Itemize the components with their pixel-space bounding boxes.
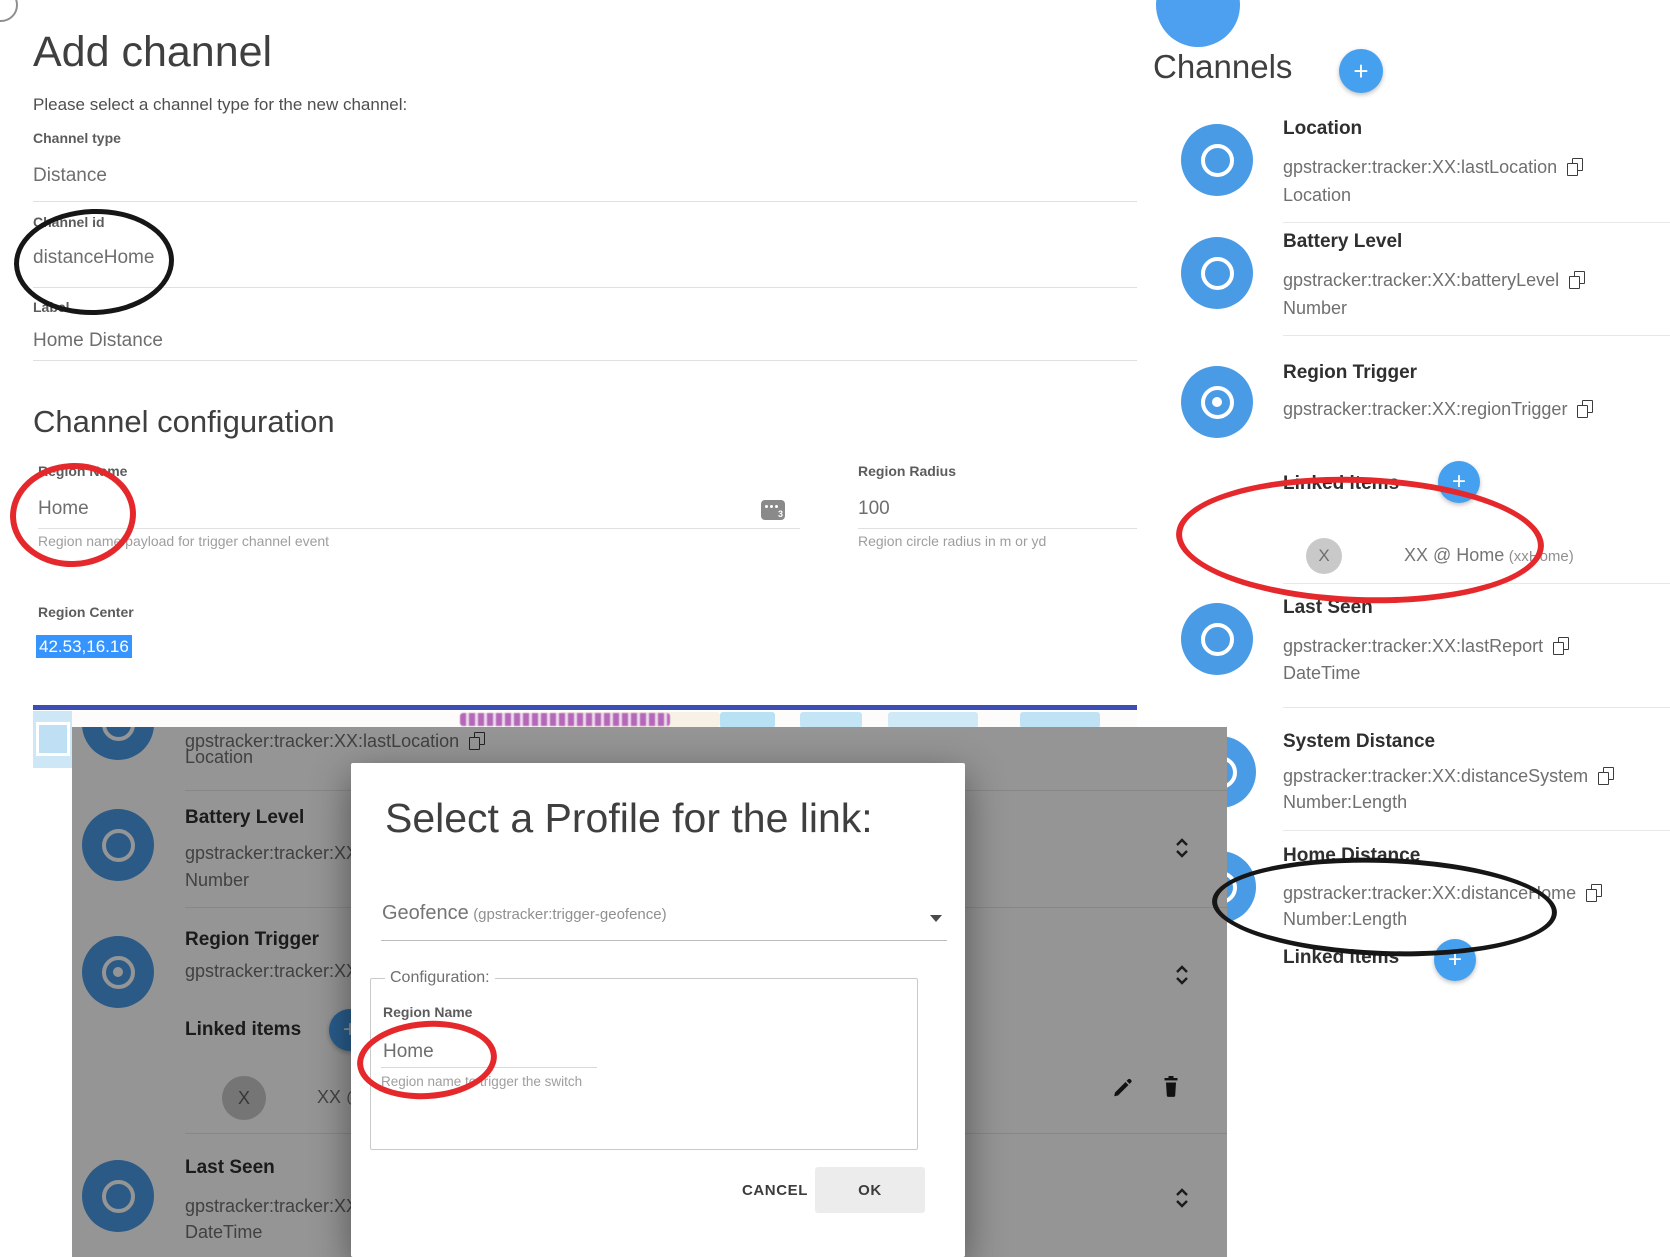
channel-type-underline (33, 201, 1137, 202)
region-center-label: Region Center (38, 604, 134, 620)
corner-arc (0, 0, 18, 22)
screenshot-stage: Add channel Please select a channel type… (0, 0, 1670, 1257)
channel-type: Location (1283, 184, 1351, 206)
bg-channel-avatar (82, 936, 154, 1008)
unfold-icon[interactable] (1173, 962, 1191, 988)
page-title: Add channel (33, 28, 272, 77)
autofill-badge: 3 (778, 509, 783, 519)
channel-title: Battery Level (1283, 229, 1402, 255)
channel-uid: gpstracker:tracker:XX:regionTrigger (1283, 398, 1567, 420)
add-channel-fab[interactable]: + (1339, 49, 1383, 93)
channel-title: Location (1283, 116, 1362, 142)
channel-id-underline (33, 287, 1137, 288)
channel-id-row: gpstracker:tracker:XX:lastReport (1283, 635, 1569, 657)
channel-title: Region Trigger (1283, 360, 1417, 386)
bg-linked-item-avatar: X (222, 1076, 266, 1120)
red-ellipse-linked-item (1174, 471, 1546, 610)
channel-configuration-title: Channel configuration (33, 404, 335, 440)
ok-button[interactable]: OK (815, 1167, 925, 1213)
region-radius-label: Region Radius (858, 463, 956, 479)
delete-icon[interactable] (1161, 1075, 1181, 1099)
chevron-down-icon (930, 915, 942, 922)
region-name-underline (38, 528, 800, 529)
profile-dialog: Select a Profile for the link: Geofence … (351, 763, 965, 1257)
fieldset-legend: Configuration: (385, 969, 495, 987)
state-channel-icon (1201, 144, 1234, 177)
channel-uid: gpstracker:tracker:XX:batteryLevel (1283, 269, 1559, 291)
bg-channel-avatar (82, 1160, 154, 1232)
channel-avatar-battery (1181, 237, 1253, 309)
channel-uid: gpstracker:tracker:XX:distanceSystem (1283, 765, 1588, 787)
channel-id-row: gpstracker:tracker:XX:lastLocation (1283, 156, 1583, 178)
channel-id-row: gpstracker:tracker:XX:batteryLevel (1283, 269, 1585, 291)
channel-avatar-region-trigger (1181, 366, 1253, 438)
copy-icon[interactable] (469, 732, 485, 750)
map-label-blur (460, 713, 670, 726)
region-radius-hint: Region circle radius in m or yd (858, 533, 1046, 549)
channel-type: DateTime (1283, 662, 1360, 684)
state-channel-icon (1201, 257, 1234, 290)
bg-channel-avatar (82, 809, 154, 881)
label-input[interactable]: Home Distance (33, 330, 163, 352)
dialog-region-name-label: Region Name (383, 1004, 472, 1020)
region-radius-input[interactable]: 100 (858, 498, 890, 520)
state-channel-icon (1201, 623, 1234, 656)
channel-uid: gpstracker:tracker:XX:lastLocation (1283, 156, 1557, 178)
unfold-icon[interactable] (1173, 1185, 1191, 1211)
profile-select-value: Geofence (382, 902, 469, 924)
channel-type-input[interactable]: Distance (33, 165, 107, 187)
region-center-input[interactable]: 42.53,16.16 (36, 636, 132, 657)
channel-avatar-location (1181, 124, 1253, 196)
region-radius-underline (858, 528, 1137, 529)
bg-channel-avatar (82, 727, 154, 760)
region-center-selected-text: 42.53,16.16 (36, 635, 132, 658)
channel-avatar-last-seen (1181, 603, 1253, 675)
autofill-extension-icon[interactable]: 3 (761, 500, 785, 520)
profile-select[interactable]: Geofence (gpstracker:trigger-geofence) (382, 902, 948, 925)
copy-icon[interactable] (1567, 158, 1583, 176)
copy-icon[interactable] (1577, 400, 1593, 418)
channels-title: Channels (1153, 48, 1292, 86)
channel-id-row: gpstracker:tracker:XX:distanceSystem (1283, 765, 1614, 787)
copy-icon[interactable] (1598, 767, 1614, 785)
copy-icon[interactable] (1553, 637, 1569, 655)
channel-type: Number:Length (1283, 791, 1407, 813)
bg-linked-items-label: Linked items (185, 1017, 301, 1043)
label-underline (33, 360, 1137, 361)
region-center-focus-underline (33, 705, 1137, 710)
bg-channel-id-row: gpstracker:tracker:XX:lastLocation (185, 730, 485, 752)
channel-uid: gpstracker:tracker:XX:lastReport (1283, 635, 1543, 657)
unfold-icon[interactable] (1173, 835, 1191, 861)
channel-type: Number (1283, 297, 1347, 319)
cut-fab-top[interactable] (1156, 0, 1240, 47)
channel-title: System Distance (1283, 729, 1435, 755)
plus-icon: + (1353, 56, 1368, 87)
edit-icon[interactable] (1112, 1076, 1134, 1098)
channel-id-row: gpstracker:tracker:XX:regionTrigger (1283, 398, 1593, 420)
channel-type-label: Channel type (33, 130, 121, 146)
map-fragment (33, 711, 72, 768)
profile-select-detail: (gpstracker:trigger-geofence) (473, 906, 666, 923)
dialog-title: Select a Profile for the link: (385, 795, 873, 842)
form-subtitle: Please select a channel type for the new… (33, 95, 407, 115)
trigger-channel-icon (1201, 386, 1234, 419)
copy-icon[interactable] (1569, 271, 1585, 289)
copy-icon[interactable] (1586, 884, 1602, 902)
black-ellipse-home-distance (1210, 852, 1558, 962)
